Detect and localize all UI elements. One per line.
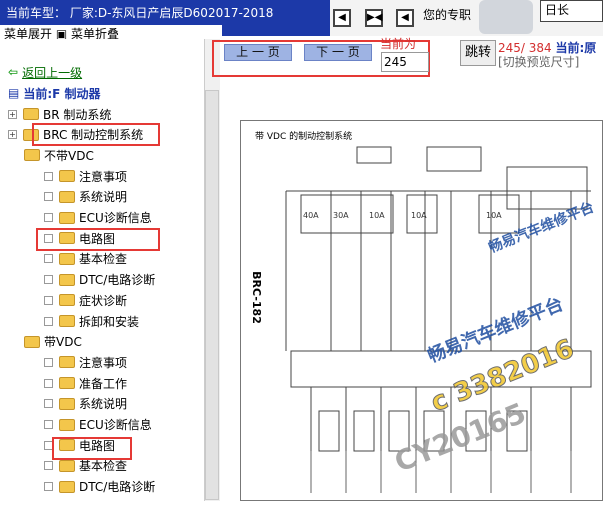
tree-item[interactable]: 系统说明 (44, 394, 127, 414)
folder-icon (59, 190, 75, 203)
tree-item[interactable]: ECU诊断信息 (44, 208, 152, 228)
tree-label: 基本检查 (79, 252, 128, 267)
preview-size-link[interactable]: [切换预览尺寸] (498, 53, 579, 70)
tree-expander-icon[interactable] (44, 213, 53, 222)
tree-expander-icon[interactable] (44, 192, 53, 202)
folder-icon (59, 170, 75, 183)
folder-icon (59, 459, 75, 472)
tree-item[interactable]: 注意事项 (44, 352, 127, 372)
right-logo: 日长 (540, 0, 603, 22)
tree-item[interactable]: 注意事项 (44, 166, 127, 186)
folder-icon (59, 418, 75, 431)
tree-item[interactable]: 带VDC (24, 332, 82, 352)
tree-label: ECU诊断信息 (79, 211, 152, 225)
jump-button[interactable]: 跳转 (460, 40, 496, 66)
first-page-button[interactable]: ◀ (333, 9, 351, 27)
current-icon: ▤ (8, 86, 20, 100)
folder-icon (59, 211, 75, 224)
tree-expander-icon[interactable] (44, 316, 53, 326)
folder-icon (59, 252, 75, 265)
tree-item[interactable]: 症状诊断 (44, 290, 127, 310)
sidebar: ⇦ 返回上一级 ▤ 当前:F 制动器 + BR 制动系统 + BRC 制动控制系统 不带VD… (0, 39, 204, 501)
tree-item[interactable]: + BR 制动系统 (8, 104, 111, 124)
folder-icon (24, 149, 40, 162)
tree-expander-icon[interactable] (44, 378, 53, 388)
diagram-title: 带 VDC 的制动控制系统 (255, 132, 353, 142)
tree-expander-icon[interactable]: + (8, 109, 17, 119)
tree-label: 不带VDC (44, 148, 94, 163)
split-page-button[interactable]: ▶◀ (365, 9, 383, 27)
tree-label: DTC/电路诊断 (79, 273, 156, 288)
tree-expander-icon[interactable] (44, 420, 53, 429)
tree-label: 准备工作 (79, 376, 128, 391)
page-number-input[interactable]: 245 (381, 52, 429, 72)
tree-label: 症状诊断 (79, 293, 128, 308)
sidebar-scroll-thumb[interactable] (205, 90, 219, 500)
tree-expander-icon[interactable] (44, 461, 53, 471)
selected-vdc-diagram-highlight (52, 437, 132, 460)
folder-icon (59, 273, 75, 286)
tree-expander-icon[interactable] (44, 254, 53, 264)
professional-label: 您的专职 (423, 8, 472, 22)
tree-label: 注意事项 (79, 355, 128, 370)
folder-icon (23, 108, 39, 120)
tree-item[interactable]: 拆卸和安装 (44, 311, 139, 331)
folder-icon (59, 377, 75, 390)
folder-icon (59, 480, 75, 493)
tree-label: BR 制动系统 (43, 107, 112, 122)
folder-icon (24, 335, 40, 348)
tree-label: 带VDC (44, 335, 82, 350)
tree-item[interactable]: 基本检查 (44, 249, 127, 269)
tree-label: ECU诊断信息 (79, 418, 152, 432)
tree-label: 系统说明 (79, 397, 128, 412)
tree-expander-icon[interactable] (44, 482, 53, 492)
tree-item[interactable]: ECU诊断信息 (44, 415, 152, 435)
tree-label: 注意事项 (79, 169, 128, 184)
folder-icon (59, 356, 75, 369)
tree-expander-icon[interactable] (44, 295, 53, 305)
folder-icon (59, 294, 75, 307)
tree-expander-icon[interactable] (44, 399, 53, 409)
tree-label: 系统说明 (79, 190, 128, 205)
back-arrow-icon: ⇦ (8, 65, 19, 79)
logo-icon (479, 0, 533, 34)
menu-toggle-bar[interactable]: 菜单展开 ▣ 菜单折叠 (0, 25, 222, 41)
tree-item[interactable]: 不带VDC (24, 145, 94, 165)
selected-diagram-highlight (36, 228, 160, 251)
tree-expander-icon[interactable] (44, 275, 53, 285)
folder-icon (59, 397, 75, 410)
current-page-label: 当前为 (380, 37, 417, 51)
selected-brc-highlight (32, 123, 160, 146)
tree-label: 拆卸和安装 (79, 314, 140, 329)
back-link[interactable]: ⇦ 返回上一级 (8, 62, 82, 82)
tree-item[interactable]: 准备工作 (44, 373, 127, 393)
diagram-tag: BRC-182 (249, 271, 263, 324)
folder-icon (59, 315, 75, 327)
tree-item[interactable]: 系统说明 (44, 187, 127, 207)
tree-item[interactable]: DTC/电路诊断 (44, 477, 155, 497)
current-node: ▤ 当前:F 制动器 (8, 86, 101, 101)
last-page-button[interactable]: ◀ (396, 9, 414, 27)
tree-item[interactable]: DTC/电路诊断 (44, 270, 155, 290)
tree-expander-icon[interactable]: + (8, 130, 17, 140)
tree-expander-icon[interactable] (44, 357, 53, 367)
wiring-diagram: 带 VDC 的制动控制系统 BRC-182 40A 30A 10A 10A 10… (240, 120, 603, 501)
tree-expander-icon[interactable] (44, 171, 53, 181)
tree-label: DTC/电路诊断 (79, 480, 156, 495)
